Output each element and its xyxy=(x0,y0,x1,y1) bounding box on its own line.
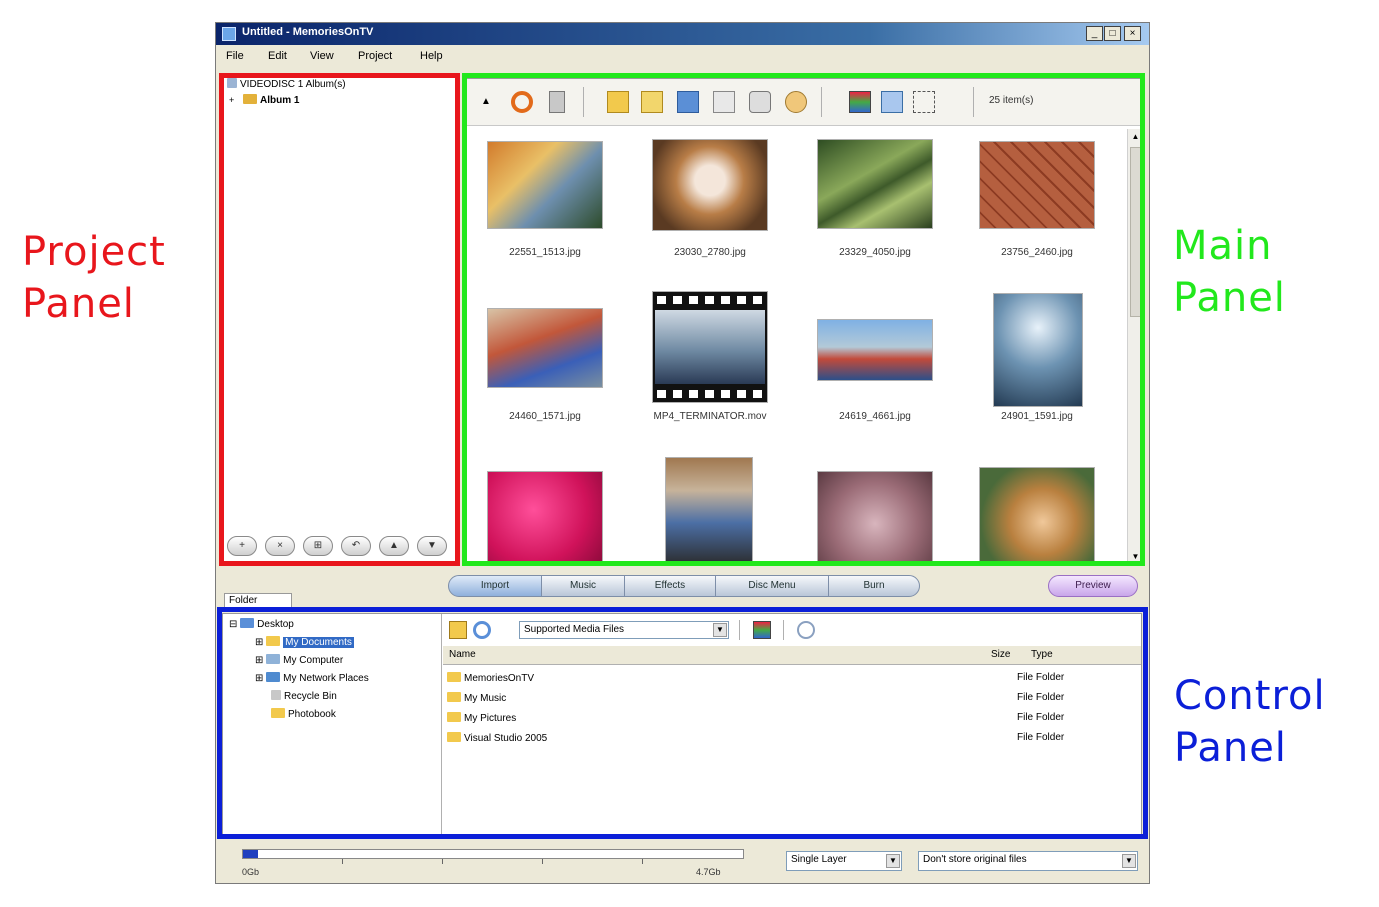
close-button[interactable]: × xyxy=(1124,26,1141,41)
capacity-start-label: 0Gb xyxy=(242,867,260,877)
disc-capacity-fill xyxy=(243,850,258,858)
maximize-button[interactable]: □ xyxy=(1104,26,1121,41)
step-tabs: Import Music Effects Disc Menu Burn xyxy=(448,575,920,597)
tab-import[interactable]: Import xyxy=(448,575,542,597)
menu-file[interactable]: File xyxy=(226,50,244,62)
tab-disc-menu[interactable]: Disc Menu xyxy=(715,575,829,597)
disc-layer-select[interactable]: Single Layer ▼ xyxy=(786,851,902,871)
capacity-tick xyxy=(642,859,643,864)
minimize-button[interactable]: _ xyxy=(1086,26,1103,41)
window-title: Untitled - MemoriesOnTV xyxy=(242,26,374,38)
main-panel-outline xyxy=(462,73,1145,566)
tab-effects[interactable]: Effects xyxy=(624,575,716,597)
main-panel-annotation: Main Panel xyxy=(1173,223,1286,321)
store-originals-select[interactable]: Don't store original files ▼ xyxy=(918,851,1138,871)
menu-edit[interactable]: Edit xyxy=(268,50,287,62)
project-panel-outline xyxy=(219,73,460,566)
capacity-tick xyxy=(442,859,443,864)
control-panel-outline xyxy=(217,607,1148,839)
capacity-tick xyxy=(342,859,343,864)
menu-view[interactable]: View xyxy=(310,50,334,62)
control-panel-annotation: Control Panel xyxy=(1174,673,1326,771)
chevron-down-icon[interactable]: ▼ xyxy=(886,854,900,868)
menu-project[interactable]: Project xyxy=(358,50,392,62)
project-panel-annotation: Project Panel xyxy=(22,229,166,327)
app-icon xyxy=(222,27,236,41)
menu-bar: File Edit View Project Help xyxy=(216,47,1149,67)
preview-button[interactable]: Preview xyxy=(1048,575,1138,597)
capacity-end-label: 4.7Gb xyxy=(696,867,721,877)
menu-help[interactable]: Help xyxy=(420,50,443,62)
tab-burn[interactable]: Burn xyxy=(828,575,920,597)
tab-music[interactable]: Music xyxy=(541,575,625,597)
chevron-down-icon[interactable]: ▼ xyxy=(1122,854,1136,868)
title-bar[interactable]: Untitled - MemoriesOnTV _ □ × xyxy=(216,23,1149,45)
disc-capacity-bar xyxy=(242,849,744,859)
capacity-tick xyxy=(542,859,543,864)
status-bar: 0Gb 4.7Gb Single Layer ▼ Don't store ori… xyxy=(216,841,1149,883)
